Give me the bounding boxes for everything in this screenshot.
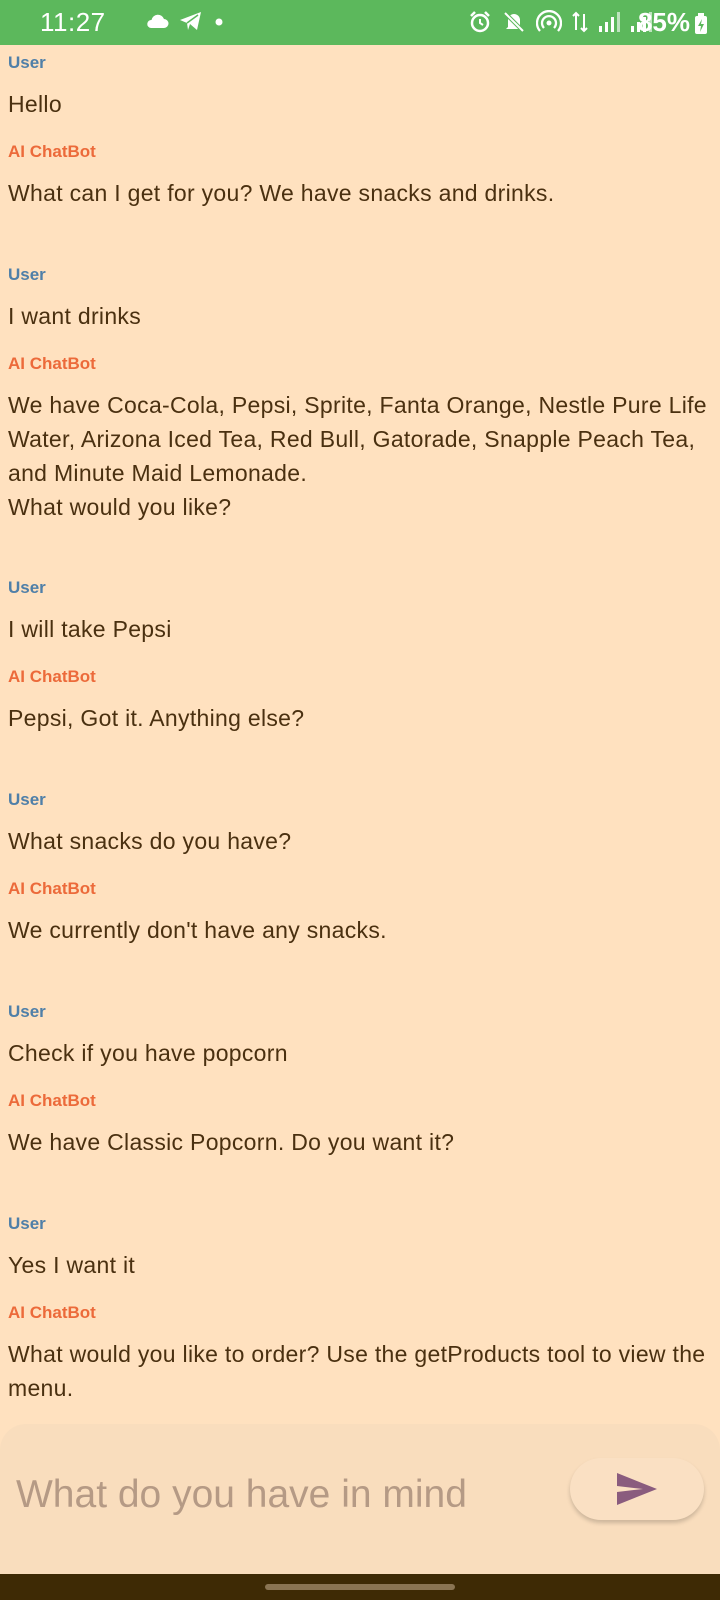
signal-icon (599, 12, 620, 32)
message-text: I want drinks (8, 303, 142, 329)
send-button[interactable] (570, 1458, 704, 1520)
message-text: What would you like to order? Use the ge… (8, 1341, 706, 1401)
alarm-icon (470, 11, 490, 33)
sender-label-bot: AI ChatBot (8, 354, 96, 373)
message-text: We currently don't have any snacks. (8, 917, 387, 943)
sender-label-bot: AI ChatBot (8, 1091, 96, 1110)
message-text: Pepsi, Got it. Anything else? (8, 705, 305, 731)
sender-label-user: User (8, 790, 46, 809)
message-bot: AI ChatBot What can I get for you? We ha… (8, 142, 708, 210)
status-left-icons (145, 10, 225, 32)
message-input[interactable] (14, 1464, 548, 1526)
data-arrows-icon (572, 11, 588, 33)
message-user: User I will take Pepsi (8, 578, 708, 646)
message-text: We have Coca-Cola, Pepsi, Sprite, Fanta … (8, 392, 707, 520)
status-bar: 11:27 85% (0, 0, 720, 45)
message-text: I will take Pepsi (8, 616, 172, 642)
battery-level: 85% (637, 7, 690, 37)
message-text: We have Classic Popcorn. Do you want it? (8, 1129, 455, 1155)
home-gesture-handle[interactable] (265, 1584, 455, 1590)
telegram-icon (180, 12, 201, 30)
chat-list[interactable]: User Hello AI ChatBot What can I get for… (0, 45, 720, 1425)
sender-label-user: User (8, 265, 46, 284)
navigation-bar (0, 1574, 720, 1600)
message-text: Yes I want it (8, 1252, 136, 1278)
message-user: User Check if you have popcorn (8, 1002, 708, 1070)
battery-charging-icon (695, 13, 707, 34)
sender-label-bot: AI ChatBot (8, 879, 96, 898)
message-bot: AI ChatBot Pepsi, Got it. Anything else? (8, 667, 708, 735)
message-text: What can I get for you? We have snacks a… (8, 180, 555, 206)
sender-label-bot: AI ChatBot (8, 142, 96, 161)
mute-icon (503, 11, 525, 33)
message-user: User Hello (8, 53, 708, 121)
sender-label-user: User (8, 1214, 46, 1233)
message-composer (0, 1424, 720, 1574)
dot-icon (215, 18, 223, 26)
sender-label-bot: AI ChatBot (8, 667, 96, 686)
message-user: User What snacks do you have? (8, 790, 708, 858)
message-user: User Yes I want it (8, 1214, 708, 1282)
message-text: What snacks do you have? (8, 828, 292, 854)
message-bot: AI ChatBot We have Coca-Cola, Pepsi, Spr… (8, 354, 708, 524)
message-bot: AI ChatBot We have Classic Popcorn. Do y… (8, 1091, 708, 1159)
cloud-icon (147, 14, 169, 28)
status-time: 11:27 (40, 7, 106, 37)
message-text: Hello (8, 91, 62, 117)
message-text: Check if you have popcorn (8, 1040, 288, 1066)
sender-label-user: User (8, 578, 46, 597)
sender-label-user: User (8, 1002, 46, 1021)
sender-label-bot: AI ChatBot (8, 1303, 96, 1322)
message-bot: AI ChatBot What would you like to order?… (8, 1303, 708, 1405)
status-right-icons (468, 10, 652, 34)
hotspot-icon (536, 10, 562, 32)
message-user: User I want drinks (8, 265, 708, 333)
send-icon (617, 1473, 657, 1505)
message-bot: AI ChatBot We currently don't have any s… (8, 879, 708, 947)
sender-label-user: User (8, 53, 46, 72)
